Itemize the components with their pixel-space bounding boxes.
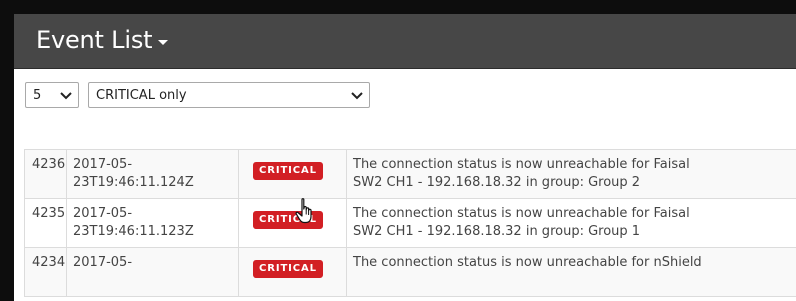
event-timestamp: 2017-05- 23T19:46:11.123Z [66, 198, 239, 248]
timestamp-date: 2017-05- [73, 157, 133, 172]
panel-header: Event List [14, 14, 796, 69]
severity-badge[interactable]: CRITICAL [253, 162, 323, 180]
event-timestamp: 2017-05- 23T19:46:11.124Z [66, 149, 239, 199]
chevron-down-icon [351, 92, 363, 100]
caret-down-icon [158, 39, 169, 45]
filter-controls: 5 CRITICAL only [14, 69, 796, 149]
events-table: 4236 2017-05- 23T19:46:11.124Z CRITICAL … [24, 149, 796, 297]
timestamp-date: 2017-05- [73, 255, 133, 270]
table-row[interactable]: 4234 2017-05- CRITICAL The connection st… [24, 247, 796, 297]
event-timestamp: 2017-05- [66, 247, 239, 297]
table-row[interactable]: 4235 2017-05- 23T19:46:11.123Z CRITICAL … [24, 198, 796, 248]
severity-badge[interactable]: CRITICAL [253, 211, 323, 229]
message-line: The connection status is now unreachable… [353, 206, 690, 221]
timestamp-time: 23T19:46:11.124Z [73, 175, 194, 190]
event-id: 4235 [24, 198, 67, 248]
severity-filter-select[interactable]: CRITICAL only [88, 82, 370, 108]
message-line: SW2 CH1 - 192.168.18.32 in group: Group … [353, 175, 641, 190]
severity-filter-value: CRITICAL only [96, 88, 187, 103]
event-id: 4236 [24, 149, 67, 199]
event-list-dropdown-toggle[interactable]: Event List [36, 25, 169, 55]
message-line: SW2 CH1 - 192.168.18.32 in group: Group … [353, 224, 641, 239]
timestamp-date: 2017-05- [73, 206, 133, 221]
severity-badge[interactable]: CRITICAL [253, 260, 323, 278]
page-size-value: 5 [33, 88, 42, 103]
timestamp-time: 23T19:46:11.123Z [73, 224, 194, 239]
message-line: The connection status is now unreachable… [353, 255, 702, 270]
event-severity-cell: CRITICAL [238, 247, 347, 297]
app-frame: Event List 5 CRITICAL only 4236 2017-05-… [0, 0, 796, 301]
event-id: 4234 [24, 247, 67, 297]
page-size-select[interactable]: 5 [25, 82, 79, 108]
event-message: The connection status is now unreachable… [346, 198, 796, 248]
event-message: The connection status is now unreachable… [346, 149, 796, 199]
event-severity-cell: CRITICAL [238, 198, 347, 248]
table-row[interactable]: 4236 2017-05- 23T19:46:11.124Z CRITICAL … [24, 149, 796, 199]
event-message: The connection status is now unreachable… [346, 247, 796, 297]
message-line: The connection status is now unreachable… [353, 157, 690, 172]
chevron-down-icon [60, 92, 72, 100]
event-severity-cell: CRITICAL [238, 149, 347, 199]
event-list-panel: Event List 5 CRITICAL only 4236 2017-05-… [14, 14, 796, 301]
panel-title-text: Event List [36, 26, 153, 54]
events-table-wrapper: 4236 2017-05- 23T19:46:11.124Z CRITICAL … [24, 149, 796, 297]
